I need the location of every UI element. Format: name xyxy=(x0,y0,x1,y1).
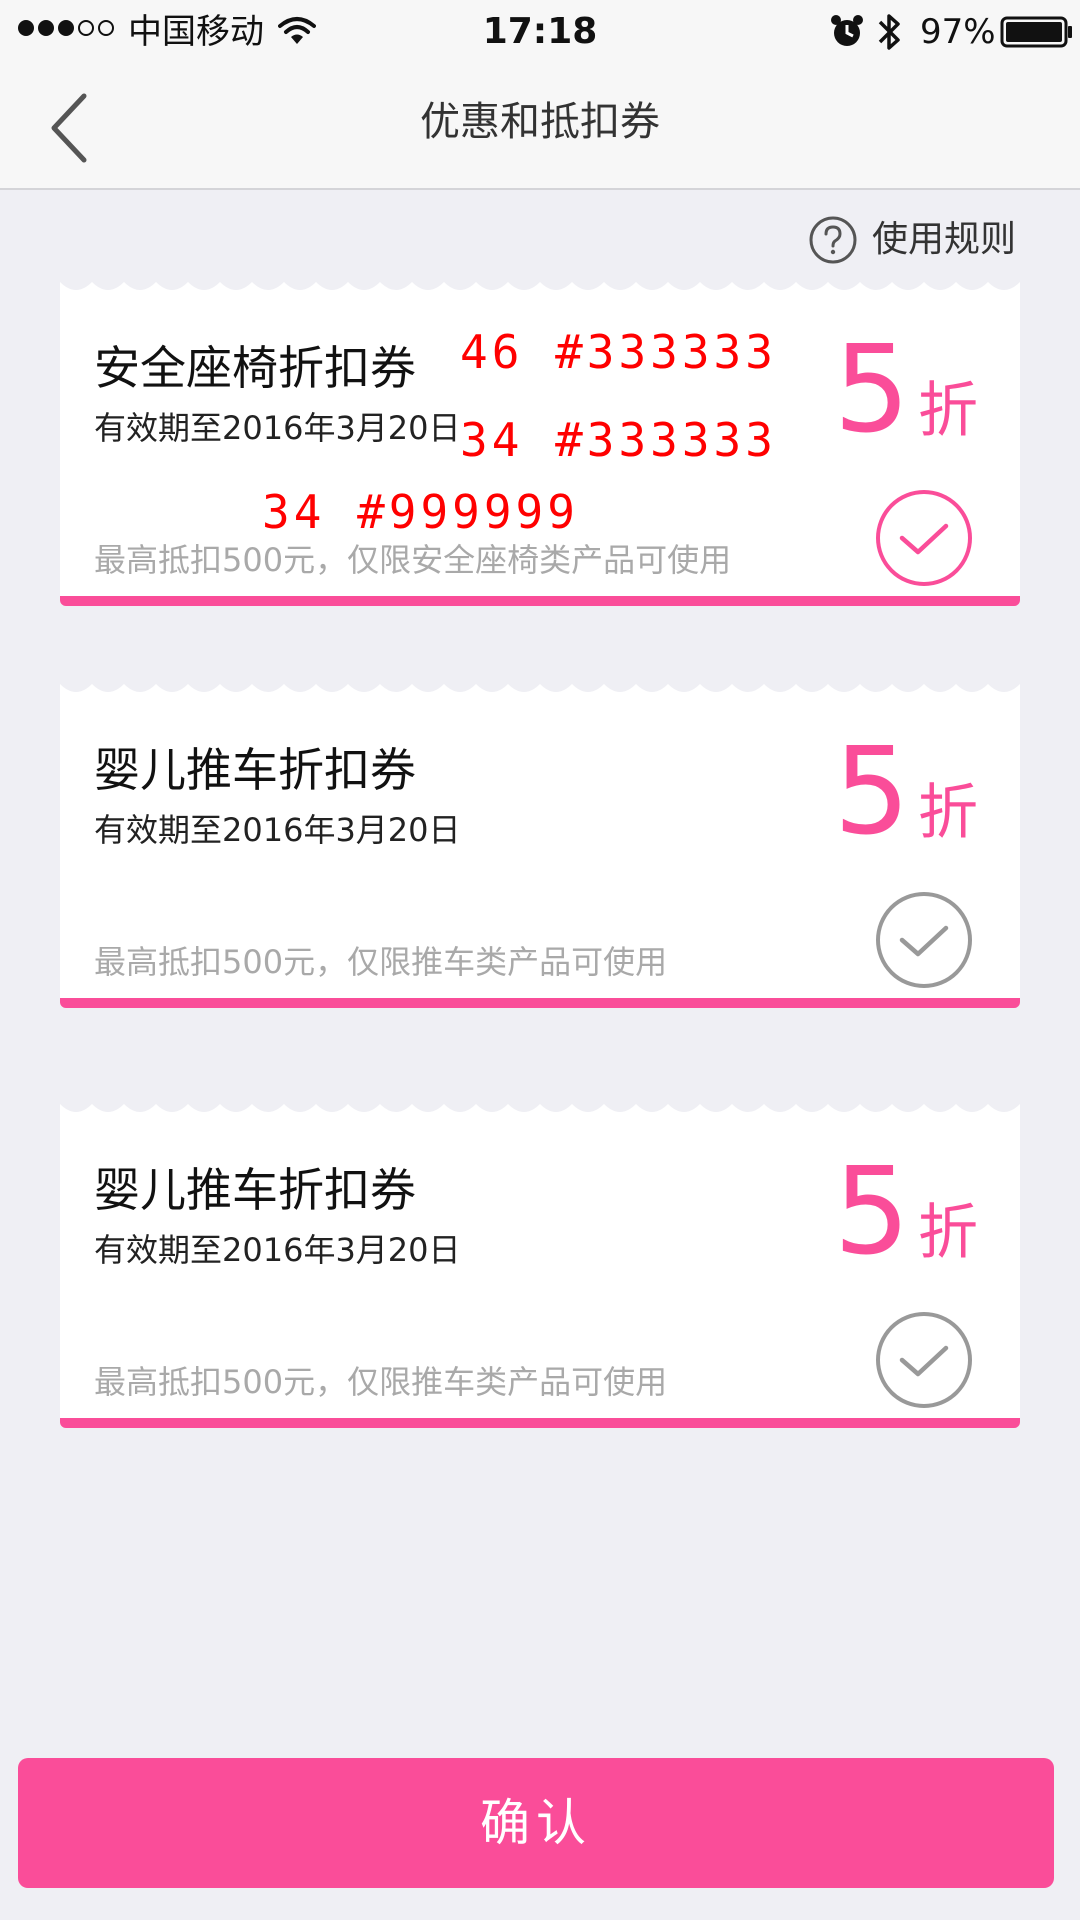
coupon-card[interactable]: 婴儿推车折扣券 有效期至2016年3月20日 最高抵扣500元，仅限推车类产品可… xyxy=(60,1104,1020,1428)
alarm-icon xyxy=(831,15,863,46)
coupon-validity: 有效期至2016年3月20日 xyxy=(94,1231,461,1269)
coupon-discount: 5 折 xyxy=(834,326,978,456)
question-circle-icon xyxy=(809,216,857,264)
discount-value: 5 xyxy=(833,723,910,862)
annotation-validity-spec: 34 #333333 xyxy=(460,413,777,467)
bluetooth-icon xyxy=(878,14,900,50)
battery-percentage: 97% xyxy=(920,12,996,52)
status-bar: 中国移动 17:18 97% xyxy=(0,0,1080,64)
coupon-title: 安全座椅折扣券 xyxy=(94,341,416,395)
page-title: 优惠和抵扣券 xyxy=(420,99,660,145)
battery-icon xyxy=(1000,16,1072,48)
coupon-card[interactable]: 婴儿推车折扣券 有效期至2016年3月20日 最高抵扣500元，仅限推车类产品可… xyxy=(60,684,1020,1008)
confirm-button[interactable]: 确认 xyxy=(18,1758,1054,1888)
scallop-edge xyxy=(60,1104,1020,1120)
navigation-bar: 优惠和抵扣券 xyxy=(0,64,1080,190)
coupon-validity: 有效期至2016年3月20日 xyxy=(94,409,461,447)
annotation-desc-spec: 34 #999999 xyxy=(262,485,579,539)
discount-unit: 折 xyxy=(918,376,978,446)
coupon-discount: 5 折 xyxy=(834,1148,978,1278)
discount-value: 5 xyxy=(833,1143,910,1282)
check-unselected-icon[interactable] xyxy=(874,1310,974,1410)
scallop-edge xyxy=(60,282,1020,298)
discount-unit: 折 xyxy=(918,778,978,848)
discount-value: 5 xyxy=(833,321,910,460)
coupon-title: 婴儿推车折扣券 xyxy=(94,743,416,797)
usage-rules-label: 使用规则 xyxy=(872,219,1017,260)
usage-rules-link[interactable]: 使用规则 xyxy=(808,212,1016,268)
coupon-description: 最高抵扣500元，仅限推车类产品可使用 xyxy=(94,943,668,981)
coupon-discount: 5 折 xyxy=(834,728,978,858)
coupon-description: 最高抵扣500元，仅限安全座椅类产品可使用 xyxy=(94,541,732,579)
annotation-title-spec: 46 #333333 xyxy=(460,325,777,379)
coupon-description: 最高抵扣500元，仅限推车类产品可使用 xyxy=(94,1363,668,1401)
scallop-edge xyxy=(60,684,1020,700)
clock: 17:18 xyxy=(482,11,598,52)
coupon-title: 婴儿推车折扣券 xyxy=(94,1163,416,1217)
discount-unit: 折 xyxy=(918,1198,978,1268)
coupon-validity: 有效期至2016年3月20日 xyxy=(94,811,461,849)
check-selected-icon[interactable] xyxy=(874,488,974,588)
check-unselected-icon[interactable] xyxy=(874,890,974,990)
